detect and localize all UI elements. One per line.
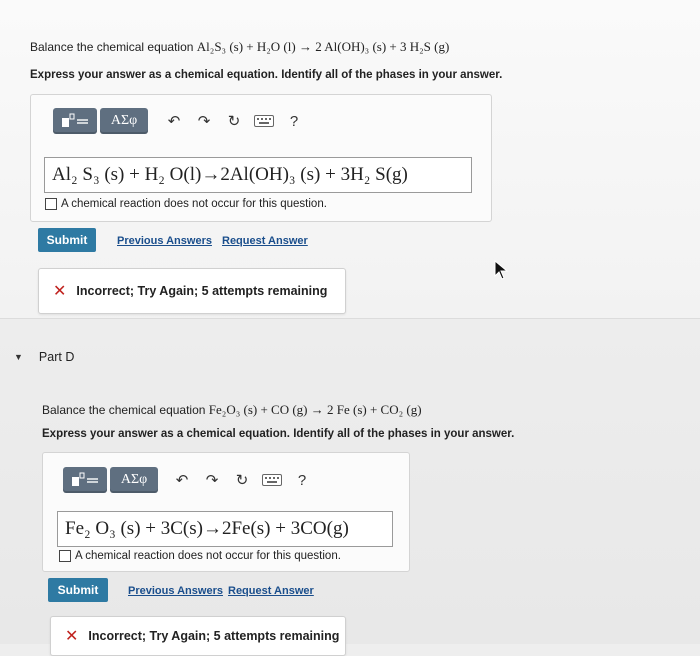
templates-icon (62, 113, 88, 127)
part-c-question-equation: Al₂S₃ (s) + H₂O (l) → 2 Al(OH)₃ (s) + 3 … (196, 39, 450, 54)
part-c-request-answer-link[interactable]: Request Answer (222, 235, 308, 247)
part-c-previous-answers-link[interactable]: Previous Answers (117, 235, 212, 247)
page: Balance the chemical equation Al₂S₃ (s) … (0, 0, 700, 656)
part-c-no-reaction-checkbox[interactable] (45, 198, 57, 210)
keyboard-icon[interactable] (249, 108, 279, 134)
incorrect-x-icon: ✕ (53, 283, 67, 300)
part-d-header[interactable]: ▼ Part D (14, 350, 74, 364)
keyboard-icon[interactable] (257, 467, 287, 493)
templates-button[interactable] (63, 467, 107, 493)
help-icon[interactable]: ? (279, 108, 309, 134)
part-c-feedback: ✕ Incorrect; Try Again; 5 attempts remai… (38, 268, 346, 314)
part-c-feedback-text: Incorrect; Try Again; 5 attempts remaini… (76, 284, 328, 298)
part-c-question: Balance the chemical equation Al₂S₃ (s) … (30, 39, 449, 55)
mouse-cursor-icon (494, 260, 509, 280)
part-c-no-reaction-label: A chemical reaction does not occur for t… (61, 198, 327, 210)
reset-icon[interactable]: ↻ (227, 467, 257, 493)
part-c-question-prefix: Balance the chemical equation (30, 40, 197, 54)
part-d-question-equation: Fe₂O₃ (s) + CO (g) → 2 Fe (s) + CO₂ (g) (208, 402, 422, 417)
part-d-toolbar: ΑΣφ ↶ ↷ ↻ ? (63, 467, 317, 493)
templates-button[interactable] (53, 108, 97, 134)
part-d-answer-field[interactable]: Fe₂ O₃ (s) + 3C(s)→2Fe(s) + 3CO(g) (57, 511, 393, 547)
part-d-label: Part D (38, 350, 75, 364)
part-d-feedback-text: Incorrect; Try Again; 5 attempts remaini… (88, 629, 340, 643)
templates-icon (72, 472, 98, 486)
part-d-question: Balance the chemical equation Fe₂O₃ (s) … (42, 402, 422, 418)
part-c-no-reaction-option[interactable]: A chemical reaction does not occur for t… (45, 198, 327, 210)
part-d-no-reaction-option[interactable]: A chemical reaction does not occur for t… (59, 550, 341, 562)
part-d-previous-answers-link[interactable]: Previous Answers (128, 585, 223, 597)
part-d-feedback: ✕ Incorrect; Try Again; 5 attempts remai… (50, 616, 346, 656)
part-c-instruction: Express your answer as a chemical equati… (30, 69, 503, 81)
collapse-caret-icon[interactable]: ▼ (14, 352, 23, 362)
part-c-submit-button[interactable]: Submit (38, 228, 96, 252)
incorrect-x-icon: ✕ (65, 628, 79, 645)
greek-symbols-button[interactable]: ΑΣφ (100, 108, 148, 134)
part-d-question-prefix: Balance the chemical equation (42, 403, 209, 417)
part-c-answer-field[interactable]: Al₂ S₃ (s) + H₂ O(l)→2Al(OH)₃ (s) + 3H₂ … (44, 157, 472, 193)
part-d-submit-button[interactable]: Submit (48, 578, 108, 602)
part-d-no-reaction-label: A chemical reaction does not occur for t… (75, 550, 341, 562)
part-d-request-answer-link[interactable]: Request Answer (228, 585, 314, 597)
greek-symbols-button[interactable]: ΑΣφ (110, 467, 158, 493)
part-c-toolbar: ΑΣφ ↶ ↷ ↻ ? (53, 108, 309, 134)
part-d-answer-box: ΑΣφ ↶ ↷ ↻ ? Fe₂ O₃ (s) + 3C(s)→2Fe(s) + … (42, 452, 410, 572)
redo-icon[interactable]: ↷ (189, 108, 219, 134)
part-c-answer-box: ΑΣφ ↶ ↷ ↻ ? Al₂ S₃ (s) + H₂ O(l)→2Al(OH)… (30, 94, 492, 222)
undo-icon[interactable]: ↶ (167, 467, 197, 493)
undo-icon[interactable]: ↶ (159, 108, 189, 134)
redo-icon[interactable]: ↷ (197, 467, 227, 493)
reset-icon[interactable]: ↻ (219, 108, 249, 134)
help-icon[interactable]: ? (287, 467, 317, 493)
part-d-no-reaction-checkbox[interactable] (59, 550, 71, 562)
part-d-instruction: Express your answer as a chemical equati… (42, 428, 515, 440)
